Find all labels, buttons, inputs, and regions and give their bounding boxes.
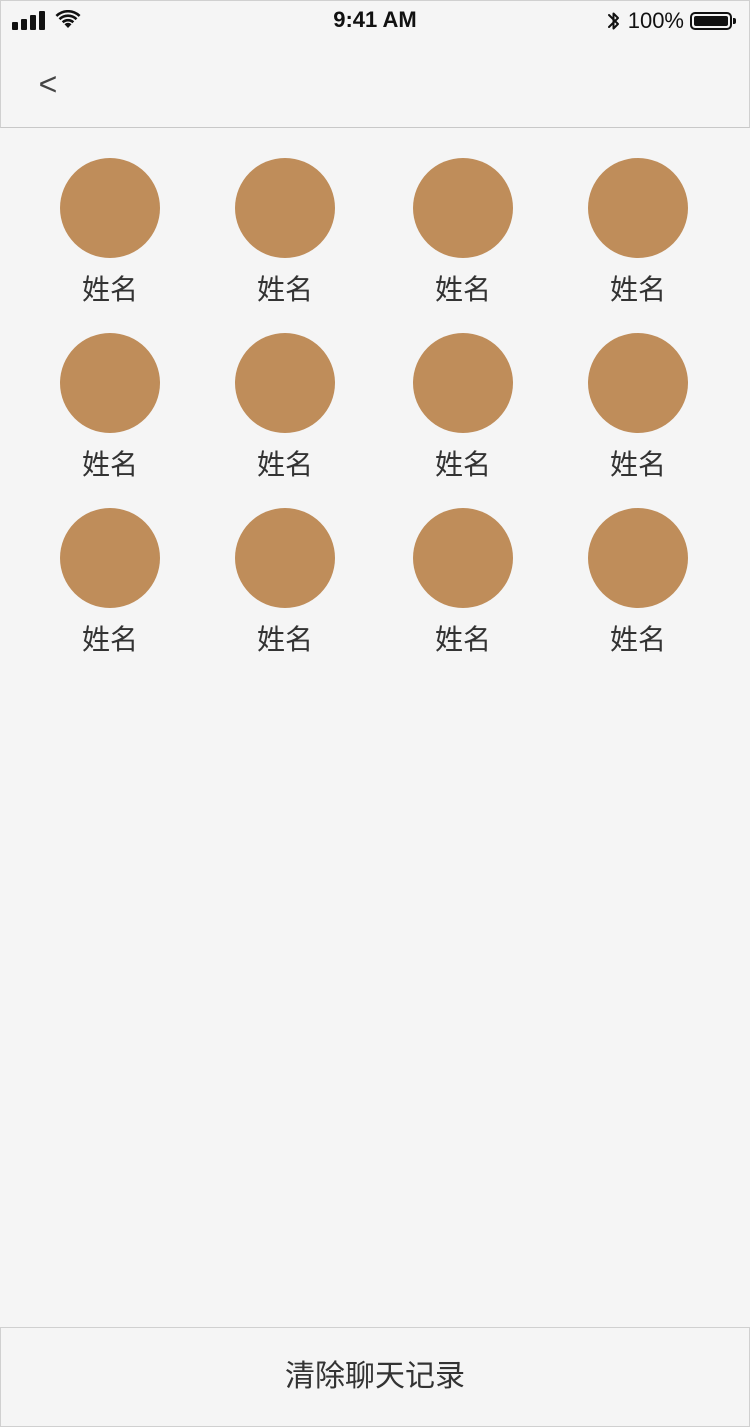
battery-icon <box>690 12 736 30</box>
member-item[interactable]: 姓名 <box>50 158 170 308</box>
avatar[interactable] <box>588 333 688 433</box>
member-item[interactable]: 姓名 <box>578 508 698 658</box>
status-right: 100% <box>606 8 736 34</box>
avatar[interactable] <box>413 158 513 258</box>
clear-chat-history-button[interactable]: 清除聊天记录 <box>0 1327 750 1427</box>
back-button[interactable]: < <box>28 62 68 106</box>
member-item[interactable]: 姓名 <box>403 508 523 658</box>
member-item[interactable]: 姓名 <box>50 508 170 658</box>
avatar[interactable] <box>235 158 335 258</box>
avatar[interactable] <box>235 508 335 608</box>
member-item[interactable]: 姓名 <box>225 508 345 658</box>
avatar[interactable] <box>60 333 160 433</box>
avatar[interactable] <box>588 158 688 258</box>
status-bar: 9:41 AM 100% <box>0 0 750 42</box>
member-name: 姓名 <box>256 623 313 656</box>
member-name: 姓名 <box>609 623 666 656</box>
avatar[interactable] <box>588 508 688 608</box>
member-name: 姓名 <box>81 448 138 481</box>
battery-fill <box>694 16 728 26</box>
member-name: 姓名 <box>81 623 138 656</box>
avatar[interactable] <box>60 508 160 608</box>
avatar[interactable] <box>413 333 513 433</box>
member-name: 姓名 <box>81 273 138 306</box>
member-item[interactable]: 姓名 <box>225 333 345 483</box>
avatar[interactable] <box>413 508 513 608</box>
member-item[interactable]: 姓名 <box>403 158 523 308</box>
member-name: 姓名 <box>434 623 491 656</box>
member-name: 姓名 <box>256 448 313 481</box>
member-item[interactable]: 姓名 <box>578 158 698 308</box>
battery-percent: 100% <box>627 8 684 33</box>
member-name: 姓名 <box>434 273 491 306</box>
bluetooth-icon <box>607 12 619 30</box>
member-name: 姓名 <box>609 448 666 481</box>
member-name: 姓名 <box>609 273 666 306</box>
member-item[interactable]: 姓名 <box>50 333 170 483</box>
member-item[interactable]: 姓名 <box>403 333 523 483</box>
member-name: 姓名 <box>434 448 491 481</box>
member-name: 姓名 <box>256 273 313 306</box>
member-item[interactable]: 姓名 <box>225 158 345 308</box>
avatar[interactable] <box>60 158 160 258</box>
avatar[interactable] <box>235 333 335 433</box>
member-item[interactable]: 姓名 <box>578 333 698 483</box>
